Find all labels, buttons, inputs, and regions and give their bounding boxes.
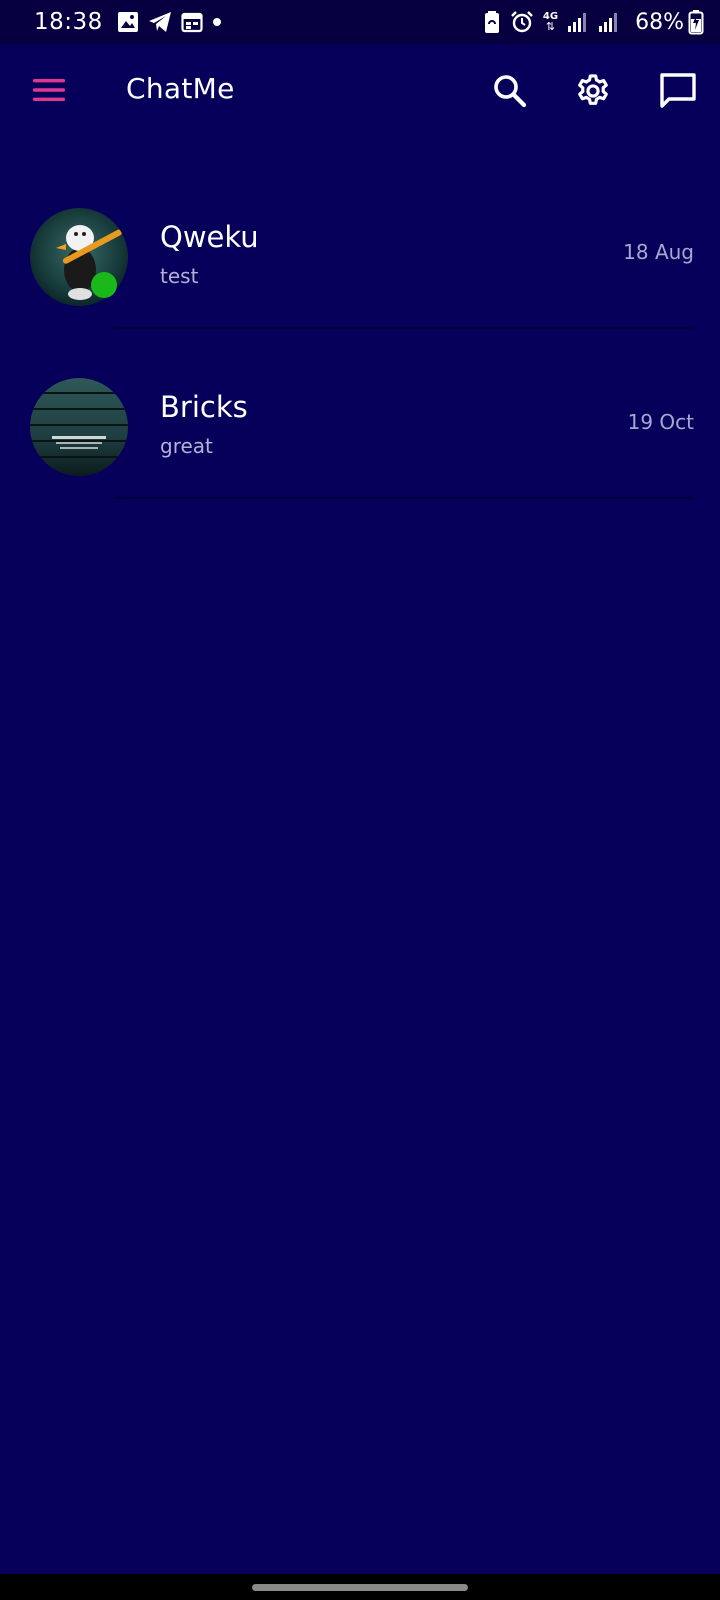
app-bar: ChatMe [0,44,720,142]
hamburger-menu-icon [32,77,66,107]
menu-button[interactable] [30,74,68,110]
row-divider [114,327,694,329]
chat-list-screen: 18:38 4G ⇅ 68% ChatMe Qweku test 18 Aug … [0,0,720,1600]
signal-strength-2-icon [598,11,620,33]
row-divider [114,497,694,499]
system-nav-bar [0,1574,720,1600]
alarm-icon [510,10,534,34]
settings-button[interactable] [569,69,617,117]
gear-icon [574,72,612,114]
app-title: ChatMe [126,72,235,105]
network-4g-icon: 4G ⇅ [542,11,559,33]
chat-date: 18 Aug [623,240,694,264]
chat-bubble-icon [659,72,697,114]
chat-contact-name: Qweku [160,220,259,254]
chat-row-bricks[interactable]: Bricks great 19 Oct [0,366,720,536]
avatar-bricks[interactable] [30,378,128,476]
chat-row-qweku[interactable]: Qweku test 18 Aug [0,196,720,366]
battery-saver-icon [483,10,501,34]
notification-dot-icon [212,17,222,27]
chat-list: Qweku test 18 Aug Bricks great 19 Oct [0,196,720,536]
bricks-avatar-image [30,378,128,476]
telegram-icon [148,11,172,33]
gallery-icon [117,11,139,33]
status-time: 18:38 [34,9,103,35]
battery-charging-icon [688,9,704,35]
chat-contact-name: Bricks [160,390,248,424]
battery-percentage: 68% [635,9,684,35]
online-status-dot [91,272,117,298]
calendar-icon [181,11,203,33]
status-bar: 18:38 4G ⇅ 68% [0,0,720,44]
status-left: 18:38 [34,9,483,35]
chat-date: 19 Oct [627,410,694,434]
home-gesture-handle[interactable] [252,1584,468,1591]
search-button[interactable] [486,69,534,117]
new-chat-button[interactable] [654,69,702,117]
signal-strength-icon [567,11,589,33]
chat-last-message: great [160,434,213,458]
status-right: 4G ⇅ 68% [483,9,704,35]
search-icon [492,73,528,113]
chat-last-message: test [160,264,199,288]
